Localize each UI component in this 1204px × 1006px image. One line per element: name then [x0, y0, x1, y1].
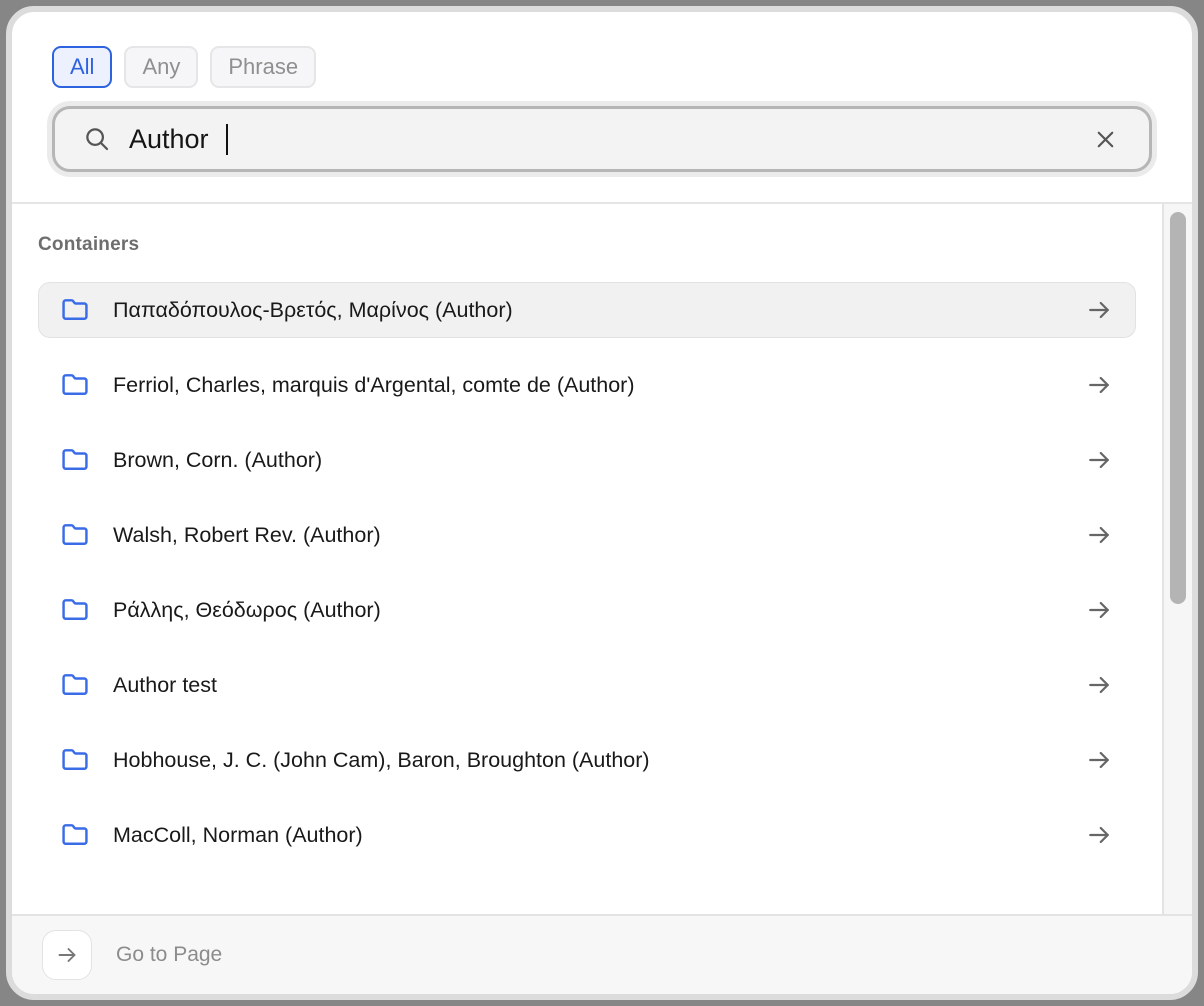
- list-item-label: Ferriol, Charles, marquis d'Argental, co…: [113, 373, 1061, 398]
- arrow-right-icon: [55, 943, 79, 967]
- footer-bar: Go to Page: [12, 914, 1192, 994]
- folder-icon: [61, 521, 89, 549]
- arrow-right-icon[interactable]: [1085, 521, 1113, 549]
- list-item-label: Brown, Corn. (Author): [113, 448, 1061, 473]
- list-item[interactable]: MacColl, Norman (Author): [38, 807, 1136, 863]
- scrollbar-thumb[interactable]: [1170, 212, 1186, 604]
- scrollbar-track[interactable]: [1162, 204, 1192, 914]
- match-mode-filters: All Any Phrase: [52, 46, 1152, 88]
- list-item[interactable]: Walsh, Robert Rev. (Author): [38, 507, 1136, 563]
- arrow-right-icon[interactable]: [1085, 821, 1113, 849]
- list-item-label: Hobhouse, J. C. (John Cam), Baron, Broug…: [113, 748, 1061, 773]
- arrow-right-icon[interactable]: [1085, 746, 1113, 774]
- list-item-label: Παπαδόπουλος-Βρετός, Μαρίνος (Author): [113, 298, 1061, 323]
- search-input-value: Author: [129, 124, 209, 155]
- folder-icon: [61, 596, 89, 624]
- folder-icon: [61, 296, 89, 324]
- list-item-label: MacColl, Norman (Author): [113, 823, 1061, 848]
- search-dialog: All Any Phrase Author: [6, 6, 1198, 1000]
- search-header: All Any Phrase Author: [12, 12, 1192, 202]
- list-item[interactable]: Hobhouse, J. C. (John Cam), Baron, Broug…: [38, 732, 1136, 788]
- folder-icon: [61, 446, 89, 474]
- list-item-label: Ράλλης, Θεόδωρος (Author): [113, 598, 1061, 623]
- close-icon: [1092, 126, 1119, 153]
- arrow-right-icon[interactable]: [1085, 596, 1113, 624]
- list-item[interactable]: Ferriol, Charles, marquis d'Argental, co…: [38, 357, 1136, 413]
- results-list: Containers Παπαδόπουλος-Βρετός, Μαρίνος …: [12, 204, 1162, 914]
- magnifier-icon: [82, 124, 112, 154]
- list-item[interactable]: Author test: [38, 657, 1136, 713]
- list-item[interactable]: Brown, Corn. (Author): [38, 432, 1136, 488]
- list-item[interactable]: Ράλλης, Θεόδωρος (Author): [38, 582, 1136, 638]
- clear-search-button[interactable]: [1088, 122, 1122, 156]
- results-area: Containers Παπαδόπουλος-Βρετός, Μαρίνος …: [12, 204, 1192, 914]
- list-item-label: Author test: [113, 673, 1061, 698]
- folder-icon: [61, 371, 89, 399]
- arrow-right-icon[interactable]: [1085, 446, 1113, 474]
- arrow-right-icon[interactable]: [1085, 296, 1113, 324]
- section-title-containers: Containers: [38, 234, 1136, 256]
- container-rows: Παπαδόπουλος-Βρετός, Μαρίνος (Author) Fe…: [38, 282, 1136, 863]
- list-item-label: Walsh, Robert Rev. (Author): [113, 523, 1061, 548]
- filter-phrase-button[interactable]: Phrase: [210, 46, 316, 88]
- filter-all-button[interactable]: All: [52, 46, 112, 88]
- list-item[interactable]: Παπαδόπουλος-Βρετός, Μαρίνος (Author): [38, 282, 1136, 338]
- folder-icon: [61, 821, 89, 849]
- go-to-page-label: Go to Page: [116, 943, 222, 967]
- filter-any-button[interactable]: Any: [124, 46, 198, 88]
- search-input[interactable]: Author: [52, 106, 1152, 172]
- text-caret: [226, 124, 228, 155]
- folder-icon: [61, 671, 89, 699]
- folder-icon: [61, 746, 89, 774]
- go-to-page-button[interactable]: [42, 930, 92, 980]
- arrow-right-icon[interactable]: [1085, 671, 1113, 699]
- arrow-right-icon[interactable]: [1085, 371, 1113, 399]
